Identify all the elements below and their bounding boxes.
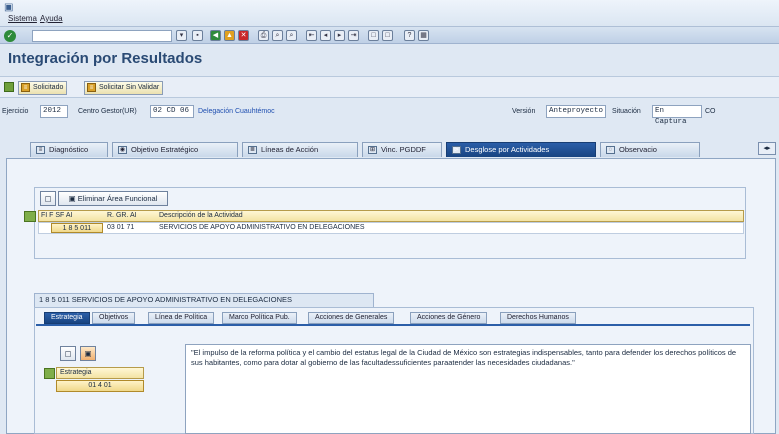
document-icon: ≡	[87, 83, 96, 92]
solicitar-sin-validar-button[interactable]: ≡ Solicitar Sin Validar	[84, 81, 164, 95]
column-header: R. GR. AI	[107, 212, 137, 219]
print-icon[interactable]: ⎙	[258, 30, 269, 41]
exit-icon[interactable]: ▲	[224, 30, 235, 41]
estrategia-column-header: Estrategia	[56, 367, 144, 379]
activities-icon: ⊳	[452, 146, 461, 154]
save-icon[interactable]: ▪	[192, 30, 203, 41]
new-icon[interactable]: ▢	[60, 346, 76, 361]
find-icon[interactable]: ⌕	[272, 30, 283, 41]
subtab-acciones-generales[interactable]: Acciones de Generales	[308, 312, 395, 324]
back-icon[interactable]: ◀	[210, 30, 221, 41]
delete-estrategia-icon[interactable]: ▣	[80, 346, 96, 361]
subtab-acciones-genero[interactable]: Acciones de Género	[410, 312, 488, 324]
fi-cell[interactable]: 1 8 5 011	[51, 223, 103, 233]
column-header: FI F SF AI	[41, 212, 73, 219]
tab-vinc-pgddf[interactable]: ⊞ Vinc. PGDDF	[362, 142, 442, 157]
centro-gestor-label: Centro Gestor(UR)	[78, 108, 137, 115]
first-page-icon[interactable]: ⇤	[306, 30, 317, 41]
version-label: Versión	[512, 108, 536, 115]
situacion-label: Situación	[612, 108, 641, 115]
new-session-icon[interactable]: □	[368, 30, 379, 41]
situacion-field[interactable]: En Captura	[652, 105, 702, 126]
description-cell: SERVICIOS DE APOYO ADMINISTRATIVO EN DEL…	[159, 224, 365, 231]
subtab-estrategia[interactable]: Estrategia	[44, 312, 90, 324]
cancel-icon[interactable]: ✕	[238, 30, 249, 41]
estrategia-cell[interactable]: 01 4 01	[56, 380, 144, 392]
centro-gestor-field[interactable]: 02 CD 06	[150, 105, 194, 118]
comment-icon: ◌	[606, 146, 615, 154]
menu-ayuda[interactable]: Ayuda	[40, 14, 63, 23]
menu-sistema[interactable]: Sistema	[8, 14, 37, 23]
tab-diagnostico[interactable]: ≡ Diagnóstico	[30, 142, 108, 157]
sap-logo-icon: ▣	[4, 2, 14, 13]
help-icon[interactable]: ?	[404, 30, 415, 41]
subtab-underline	[36, 324, 750, 326]
dropdown-icon[interactable]: ▾	[176, 30, 187, 41]
next-page-icon[interactable]: ▸	[334, 30, 345, 41]
tab-lineas-de-accion[interactable]: ≣ Líneas de Acción	[242, 142, 358, 157]
delete-icon: ▣	[68, 194, 78, 203]
page-title: Integración por Resultados	[8, 50, 203, 67]
display-change-icon[interactable]	[4, 82, 14, 92]
tab-objetivo-estrategico[interactable]: ◉ Objetivo Estratégico	[112, 142, 238, 157]
gr-cell: 03 01 71	[107, 224, 135, 231]
layout-icon[interactable]: ▦	[418, 30, 429, 41]
application-toolbar: ≡ Solicitado ≡ Solicitar Sin Validar	[0, 76, 779, 98]
main-tabstrip: ≡ Diagnóstico ◉ Objetivo Estratégico ≣ Líne…	[0, 140, 779, 158]
document-icon: ≡	[21, 83, 30, 92]
detail-section-title: 1 8 5 011 SERVICIOS DE APOYO ADMINISTRAT…	[34, 293, 374, 307]
menu-bar: ▣ Sistema Ayuda	[0, 0, 779, 26]
solicitado-button[interactable]: ≡ Solicitado	[18, 81, 68, 95]
row-selector-icon[interactable]	[24, 211, 36, 222]
standard-toolbar: ✓ ▾ ▪ ◀ ▲ ✕ ⎙ ⌕ ⌕ ⇤ ◂ ▸ ⇥ □ □ ? ▦	[0, 26, 779, 44]
prev-page-icon[interactable]: ◂	[320, 30, 331, 41]
column-header: Descripción de la Actividad	[159, 212, 243, 219]
target-icon: ◉	[118, 146, 127, 154]
table-row[interactable]: 1 8 5 011 03 01 71 SERVICIOS DE APOYO AD…	[38, 222, 744, 234]
ejercicio-field[interactable]: 2012	[40, 105, 68, 118]
area-funcional-table-header: FI F SF AI R. GR. AI Descripción de la A…	[38, 210, 744, 222]
ejercicio-label: Ejercicio	[2, 108, 29, 115]
command-field[interactable]	[32, 30, 172, 42]
subtab-objetivos[interactable]: Objetivos	[92, 312, 136, 324]
shortcut-icon[interactable]: □	[382, 30, 393, 41]
list-icon: ≡	[36, 146, 45, 154]
subtab-linea-politica[interactable]: Línea de Política	[148, 312, 215, 324]
centro-gestor-description: Delegación Cuauhtémoc	[198, 108, 275, 115]
enter-icon[interactable]: ✓	[4, 30, 16, 42]
version-field[interactable]: Anteproyecto	[546, 105, 606, 118]
subtab-marco-politica[interactable]: Marco Política Pub.	[222, 312, 297, 324]
eliminar-area-funcional-button[interactable]: ▣ Eliminar Área Funcional	[58, 191, 168, 206]
subtab-derechos-humanos[interactable]: Derechos Humanos	[500, 312, 576, 324]
link-icon: ⊞	[368, 146, 377, 154]
find-next-icon[interactable]: ⌕	[286, 30, 297, 41]
tab-desglose-actividades[interactable]: ⊳ Desglose por Actividades	[446, 142, 596, 157]
last-page-icon[interactable]: ⇥	[348, 30, 359, 41]
new-document-icon[interactable]: ▢	[40, 191, 56, 206]
situacion-tail: CO	[705, 108, 716, 115]
tab-observaciones[interactable]: ◌ Observacio	[600, 142, 700, 157]
row-selector-icon[interactable]	[44, 368, 55, 379]
tab-scroll-icon[interactable]: ◂▸	[758, 142, 776, 155]
estrategia-text-area[interactable]: "El impulso de la reforma política y el …	[185, 344, 751, 434]
lines-icon: ≣	[248, 146, 257, 154]
